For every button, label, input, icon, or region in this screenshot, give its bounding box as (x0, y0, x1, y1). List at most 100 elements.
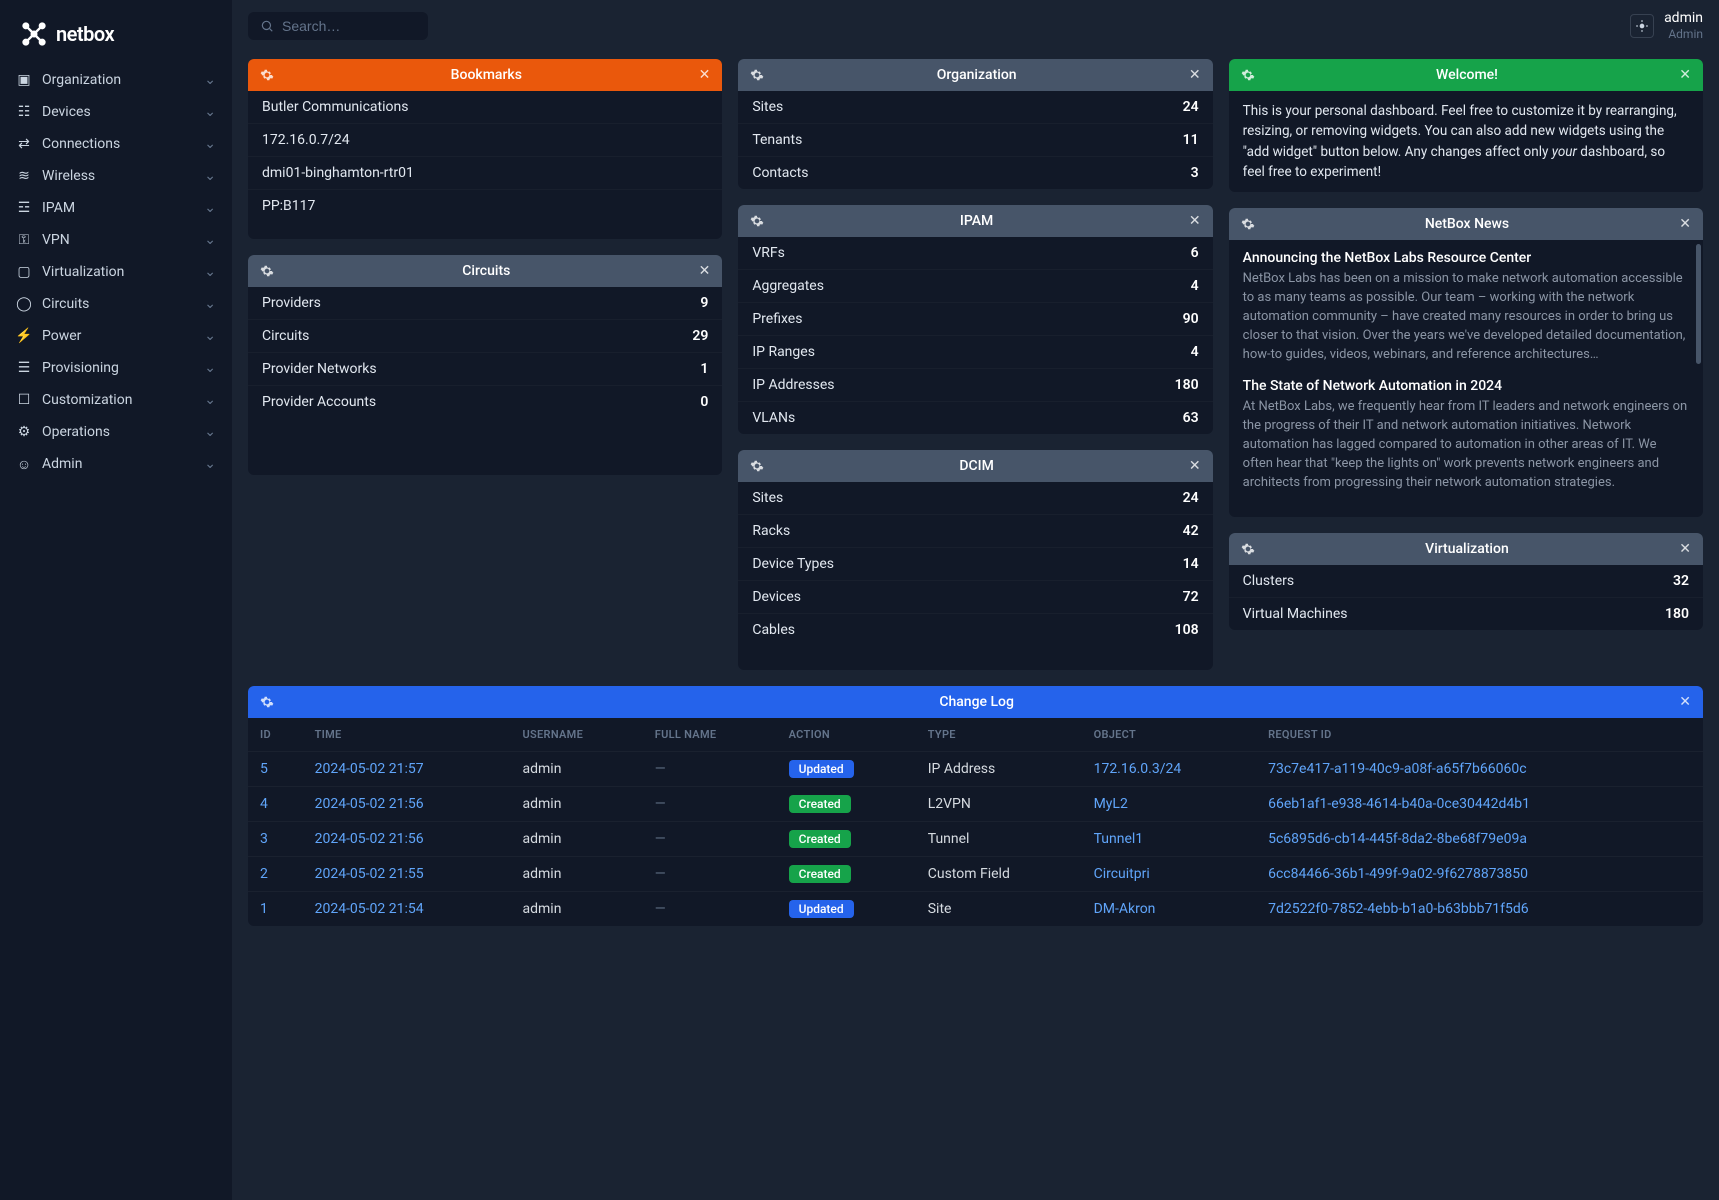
stat-row[interactable]: Virtual Machines 180 (1229, 598, 1703, 630)
changelog-time[interactable]: 2024-05-02 21:56 (315, 796, 424, 812)
table-header[interactable]: ID (248, 718, 303, 752)
changelog-request-id[interactable]: 73c7e417-a119-40c9-a08f-a65f7b66060c (1268, 761, 1526, 777)
sidebar-item-circuits[interactable]: ◯ Circuits ⌄ (0, 288, 232, 320)
chevron-down-icon: ⌄ (204, 168, 216, 184)
gear-icon[interactable] (260, 264, 274, 278)
stat-label: Virtual Machines (1243, 606, 1348, 622)
changelog-id[interactable]: 3 (260, 831, 268, 847)
stat-row[interactable]: Circuits 29 (248, 320, 722, 353)
stat-row[interactable]: Prefixes 90 (738, 303, 1212, 336)
bookmark-item[interactable]: Butler Communications (248, 91, 722, 124)
table-header[interactable]: FULL NAME (643, 718, 777, 752)
sidebar-item-operations[interactable]: ⚙ Operations ⌄ (0, 416, 232, 448)
nav: ▣ Organization ⌄☷ Devices ⌄⇄ Connections… (0, 64, 232, 480)
stat-row[interactable]: Cables 108 (738, 614, 1212, 646)
stat-row[interactable]: Provider Accounts 0 (248, 386, 722, 418)
changelog-object[interactable]: Tunnel1 (1094, 831, 1144, 847)
changelog-time[interactable]: 2024-05-02 21:55 (315, 866, 424, 882)
close-icon[interactable]: ✕ (699, 67, 711, 83)
gear-icon[interactable] (750, 214, 764, 228)
user-menu[interactable]: admin Admin (1664, 10, 1703, 41)
changelog-object[interactable]: 172.16.0.3/24 (1094, 761, 1182, 777)
gear-icon[interactable] (260, 68, 274, 82)
sidebar-item-provisioning[interactable]: ☰ Provisioning ⌄ (0, 352, 232, 384)
sidebar-item-power[interactable]: ⚡ Power ⌄ (0, 320, 232, 352)
bookmark-item[interactable]: dmi01-binghamton-rtr01 (248, 157, 722, 190)
bookmark-item[interactable]: 172.16.0.7/24 (248, 124, 722, 157)
bookmark-item[interactable]: PP:B117 (248, 190, 722, 222)
changelog-id[interactable]: 1 (260, 901, 268, 917)
changelog-request-id[interactable]: 7d2522f0-7852-4ebb-b1a0-b63bbb71f5d6 (1268, 901, 1529, 917)
search-input[interactable] (282, 18, 416, 34)
table-header[interactable]: OBJECT (1082, 718, 1257, 752)
stat-row[interactable]: Sites 24 (738, 91, 1212, 124)
table-header[interactable]: REQUEST ID (1256, 718, 1703, 752)
logo[interactable]: netbox (0, 12, 232, 64)
stat-row[interactable]: Provider Networks 1 (248, 353, 722, 386)
table-row: 5 2024-05-02 21:57 admin — Updated IP Ad… (248, 752, 1703, 787)
changelog-request-id[interactable]: 66eb1af1-e938-4614-b40a-0ce30442d4b1 (1268, 796, 1530, 812)
gear-icon[interactable] (1241, 217, 1255, 231)
stat-row[interactable]: Tenants 11 (738, 124, 1212, 157)
theme-toggle[interactable] (1630, 14, 1654, 38)
widget-title: Virtualization (1255, 541, 1680, 557)
news-item[interactable]: Announcing the NetBox Labs Resource Cent… (1243, 250, 1689, 364)
stat-row[interactable]: IP Addresses 180 (738, 369, 1212, 402)
stat-value: 108 (1175, 622, 1199, 638)
stat-row[interactable]: IP Ranges 4 (738, 336, 1212, 369)
close-icon[interactable]: ✕ (1189, 67, 1201, 83)
table-header[interactable]: ACTION (777, 718, 916, 752)
gear-icon[interactable] (260, 695, 274, 709)
changelog-id[interactable]: 5 (260, 761, 268, 777)
changelog-time[interactable]: 2024-05-02 21:56 (315, 831, 424, 847)
table-header[interactable]: USERNAME (511, 718, 643, 752)
sidebar-item-devices[interactable]: ☷ Devices ⌄ (0, 96, 232, 128)
close-icon[interactable]: ✕ (1189, 213, 1201, 229)
chevron-down-icon: ⌄ (204, 296, 216, 312)
gear-icon[interactable] (1241, 68, 1255, 82)
nav-icon: ☺ (16, 456, 32, 472)
changelog-time[interactable]: 2024-05-02 21:57 (315, 761, 424, 777)
changelog-id[interactable]: 4 (260, 796, 268, 812)
changelog-object[interactable]: Circuitpri (1094, 866, 1150, 882)
sidebar-item-admin[interactable]: ☺ Admin ⌄ (0, 448, 232, 480)
changelog-request-id[interactable]: 5c6895d6-cb14-445f-8da2-8be68f79e09a (1268, 831, 1527, 847)
sidebar-item-customization[interactable]: ☐ Customization ⌄ (0, 384, 232, 416)
stat-label: Contacts (752, 165, 808, 181)
sidebar-item-ipam[interactable]: ☲ IPAM ⌄ (0, 192, 232, 224)
sidebar-item-virtualization[interactable]: ▢ Virtualization ⌄ (0, 256, 232, 288)
stat-row[interactable]: Contacts 3 (738, 157, 1212, 189)
sidebar-item-wireless[interactable]: ≋ Wireless ⌄ (0, 160, 232, 192)
gear-icon[interactable] (750, 459, 764, 473)
changelog-request-id[interactable]: 6cc84466-36b1-499f-9a02-9f6278873850 (1268, 866, 1528, 882)
table-header[interactable]: TYPE (916, 718, 1082, 752)
close-icon[interactable]: ✕ (1189, 458, 1201, 474)
close-icon[interactable]: ✕ (1679, 67, 1691, 83)
stat-row[interactable]: Aggregates 4 (738, 270, 1212, 303)
stat-row[interactable]: Providers 9 (248, 287, 722, 320)
changelog-object[interactable]: MyL2 (1094, 796, 1128, 812)
close-icon[interactable]: ✕ (1679, 216, 1691, 232)
stat-row[interactable]: Devices 72 (738, 581, 1212, 614)
scrollbar[interactable] (1696, 244, 1701, 364)
stat-row[interactable]: Clusters 32 (1229, 565, 1703, 598)
search-input-wrap[interactable] (248, 12, 428, 40)
close-icon[interactable]: ✕ (1679, 694, 1691, 710)
stat-row[interactable]: Device Types 14 (738, 548, 1212, 581)
stat-row[interactable]: VRFs 6 (738, 237, 1212, 270)
changelog-id[interactable]: 2 (260, 866, 268, 882)
gear-icon[interactable] (1241, 542, 1255, 556)
changelog-time[interactable]: 2024-05-02 21:54 (315, 901, 424, 917)
stat-row[interactable]: Racks 42 (738, 515, 1212, 548)
gear-icon[interactable] (750, 68, 764, 82)
changelog-object[interactable]: DM-Akron (1094, 901, 1156, 917)
news-item[interactable]: The State of Network Automation in 2024 … (1243, 378, 1689, 492)
stat-row[interactable]: VLANs 63 (738, 402, 1212, 434)
sidebar-item-organization[interactable]: ▣ Organization ⌄ (0, 64, 232, 96)
close-icon[interactable]: ✕ (699, 263, 711, 279)
table-header[interactable]: TIME (303, 718, 511, 752)
close-icon[interactable]: ✕ (1679, 541, 1691, 557)
stat-row[interactable]: Sites 24 (738, 482, 1212, 515)
sidebar-item-vpn[interactable]: ⚿ VPN ⌄ (0, 224, 232, 256)
sidebar-item-connections[interactable]: ⇄ Connections ⌄ (0, 128, 232, 160)
